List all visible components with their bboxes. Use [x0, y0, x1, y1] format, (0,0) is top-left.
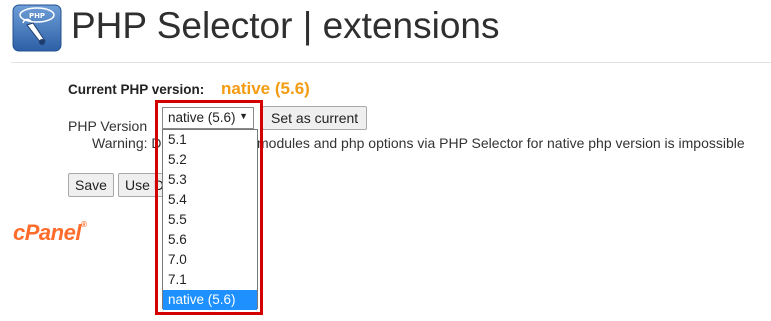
current-version-label: Current PHP version: [68, 82, 205, 97]
set-as-current-button[interactable]: Set as current [262, 106, 368, 130]
page-title: PHP Selector | extensions [71, 5, 500, 46]
save-button[interactable]: Save [68, 173, 114, 197]
page-header: PHP PHP Selector | extensions [0, 0, 771, 62]
php-version-label: PHP Version [68, 118, 148, 134]
cpanel-logo: cPanel® [13, 220, 87, 246]
cpanel-logo-text: cPanel [13, 220, 81, 245]
cpanel-registered-mark: ® [80, 220, 87, 229]
svg-text:PHP: PHP [29, 12, 45, 20]
current-version-value: native (5.6) [221, 79, 310, 98]
php-selector-icon: PHP [11, 3, 63, 53]
warning-prefix: Warning: D [92, 135, 162, 151]
annotation-highlight-box [155, 100, 263, 315]
warning-suffix: modules and php options via PHP Selector… [257, 135, 745, 151]
header-divider [11, 62, 771, 63]
